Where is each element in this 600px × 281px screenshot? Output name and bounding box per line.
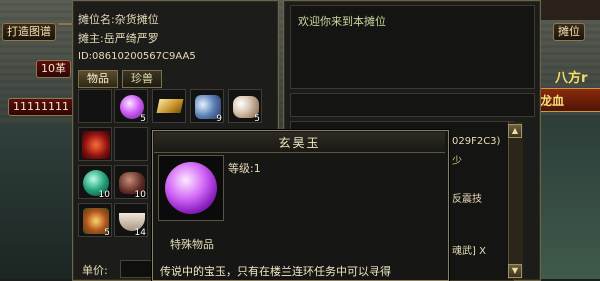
stall-button[interactable]: 摊位: [553, 23, 585, 41]
stall-name-value: 杂货摊位: [114, 13, 159, 26]
right-scene: [540, 115, 600, 279]
item-count: 5: [254, 114, 260, 124]
level-button[interactable]: 10革: [36, 60, 71, 78]
gold-bar-icon: [156, 99, 184, 113]
left-scene: [0, 125, 72, 279]
red-dragon-icon: [82, 131, 110, 159]
stall-id-value: 08610200567C9AA5: [92, 51, 196, 62]
banner-text: 八方r: [555, 71, 588, 86]
tooltip-level-label: 等级:: [228, 162, 254, 175]
chat-line-hex: 029F2C3): [452, 136, 501, 147]
inventory-slot-empty[interactable]: [78, 89, 112, 123]
tab-items[interactable]: 物品: [78, 70, 118, 88]
chat-line-skill: 反震技: [452, 194, 482, 205]
item-count: 9: [216, 114, 222, 124]
purple-orb-icon: [165, 162, 217, 214]
price-label: 单价:: [82, 264, 108, 277]
tooltip-level-row: 等级:1: [228, 160, 261, 176]
map-button[interactable]: 打造图谱: [2, 23, 56, 41]
stall-owner-value: 岳严绮严罗: [103, 32, 159, 45]
tooltip-title: 玄昊玉: [278, 136, 321, 150]
inventory-slot[interactable]: 9: [190, 89, 224, 124]
item-count: 5: [140, 114, 146, 124]
stall-owner-row: 摊主:岳严绮严罗: [78, 30, 159, 46]
chat-line-soul: 魂武] X: [452, 246, 486, 257]
scroll-down-icon[interactable]: ▼: [508, 264, 522, 278]
message-input[interactable]: [290, 93, 535, 117]
tab-pets[interactable]: 珍兽: [122, 70, 162, 88]
item-count: 10: [134, 190, 146, 200]
item-count: 14: [134, 228, 146, 238]
chat-scrollbar[interactable]: [508, 122, 523, 279]
stall-id-label: ID:: [78, 51, 93, 62]
right-banner-text: 龙血: [540, 94, 565, 108]
inventory-slot[interactable]: 5: [114, 89, 148, 124]
inventory-slot[interactable]: 10: [114, 165, 148, 200]
right-top-bar: [540, 0, 600, 20]
item-count: 10: [98, 190, 110, 200]
stall-name-row: 摊位名:杂货摊位: [78, 11, 159, 27]
stall-owner-label: 摊主:: [78, 32, 104, 45]
chat-line-less: 少: [452, 156, 462, 167]
scroll-up-icon[interactable]: ▲: [508, 124, 522, 138]
inventory-slot[interactable]: 5: [228, 89, 262, 124]
tooltip-level-value: 1: [253, 162, 261, 175]
inventory-slot[interactable]: 14: [114, 203, 148, 238]
inventory-slot[interactable]: [78, 127, 112, 161]
inventory-slot-empty[interactable]: [114, 127, 148, 161]
value-bar: 11111111: [8, 98, 74, 116]
inventory-slot[interactable]: 5: [78, 203, 112, 238]
item-count: 5: [104, 228, 110, 238]
inventory-slot[interactable]: [152, 89, 186, 123]
tooltip-category: 特殊物品: [170, 238, 214, 251]
welcome-text: 欢迎你来到本摊位: [298, 15, 386, 28]
stall-id-row: ID:08610200567C9AA5: [78, 51, 196, 62]
price-input[interactable]: [120, 260, 152, 278]
stall-name-label: 摊位名:: [78, 13, 115, 26]
tooltip-icon-frame: [158, 155, 224, 221]
inventory-slot[interactable]: 10: [78, 165, 112, 200]
tooltip-description: 传说中的宝玉，只有在楼兰连环任务中可以寻得: [160, 265, 391, 278]
